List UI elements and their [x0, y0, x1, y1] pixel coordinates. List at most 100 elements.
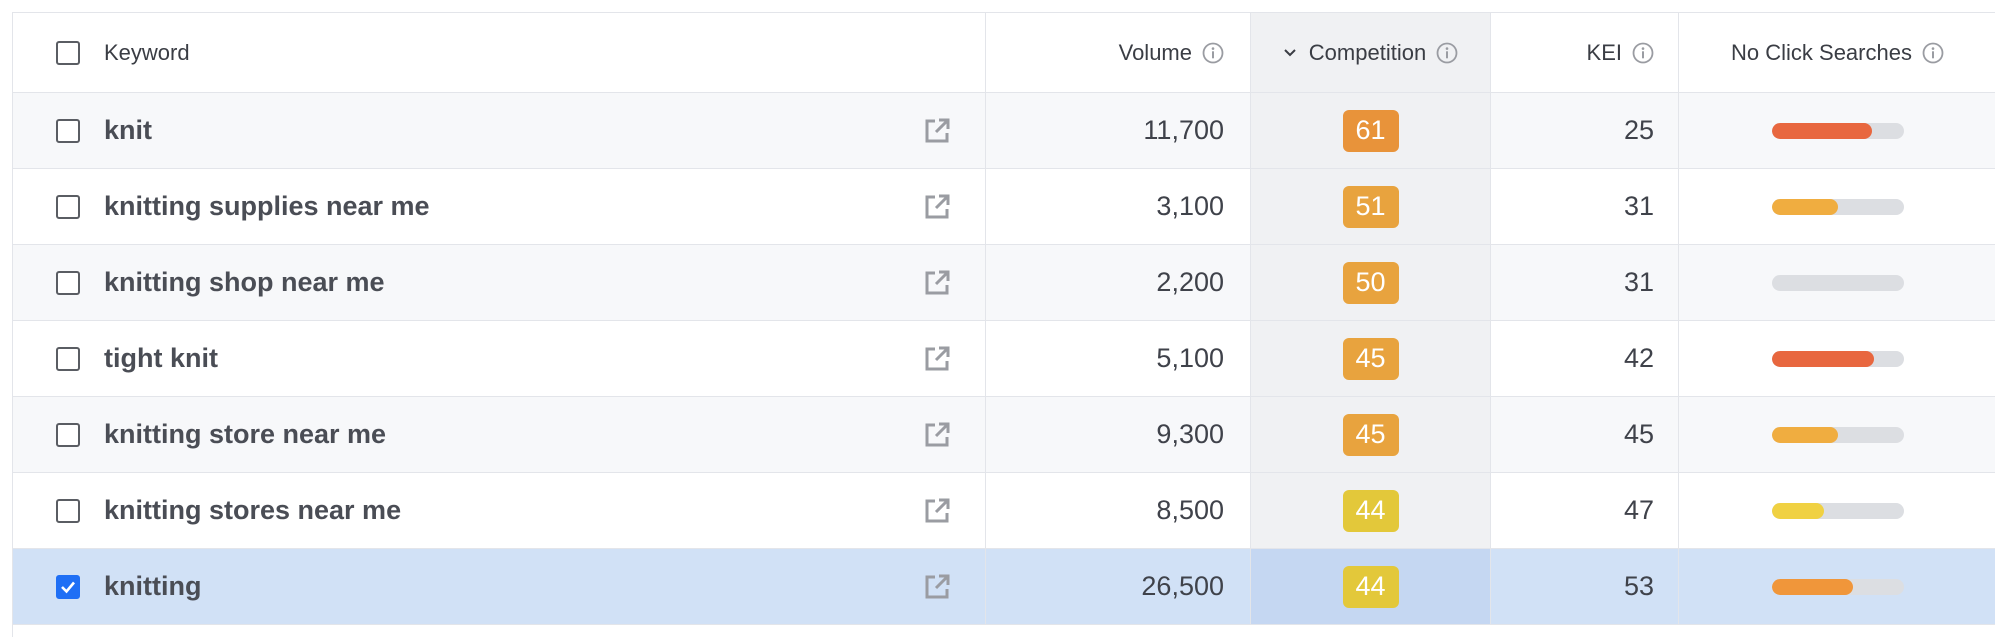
table-row[interactable]: knit 11,700 61 25: [13, 93, 1995, 169]
row-checkbox[interactable]: [56, 118, 80, 143]
header-volume-label[interactable]: Volume: [1119, 40, 1192, 66]
header-no-click-label[interactable]: No Click Searches: [1731, 40, 1912, 66]
kei-value: 25: [1623, 115, 1654, 145]
competition-cell: 61: [1251, 93, 1491, 168]
no-click-bar-fill: [1771, 122, 1872, 139]
header-no-click-cell[interactable]: No Click Searches: [1679, 13, 1995, 92]
header-kei-cell[interactable]: KEI: [1491, 13, 1679, 92]
header-keyword-label[interactable]: Keyword: [104, 40, 190, 66]
row-checkbox[interactable]: [56, 422, 80, 447]
no-click-bar-fill: [1771, 426, 1838, 443]
keyword-link[interactable]: tight knit: [104, 343, 218, 374]
chevron-down-icon: [1284, 48, 1296, 56]
kei-cell: 47: [1491, 473, 1679, 548]
table-row[interactable]: knitting 26,500 44 53: [13, 549, 1995, 625]
volume-cell: 2,200: [986, 245, 1251, 320]
keyword-link[interactable]: knitting: [104, 571, 201, 602]
row-checkbox[interactable]: [56, 194, 80, 219]
kei-cell: 25: [1491, 93, 1679, 168]
header-volume-cell[interactable]: Volume: [986, 13, 1251, 92]
keyword-cell: knit: [13, 93, 986, 168]
competition-badge: 45: [1342, 337, 1399, 380]
volume-cell: 5,100: [986, 321, 1251, 396]
external-link-icon[interactable]: [921, 191, 953, 223]
keyword-cell: knitting store near me: [13, 397, 986, 472]
external-link-icon[interactable]: [921, 343, 953, 375]
kei-cell: 53: [1491, 549, 1679, 624]
no-click-bar: [1771, 122, 1904, 139]
row-checkbox[interactable]: [56, 270, 80, 295]
keyword-table: Keyword Volume Competition KEI No Click …: [12, 12, 1995, 637]
competition-cell: 50: [1251, 245, 1491, 320]
keyword-link[interactable]: knitting store near me: [104, 419, 386, 450]
kei-cell: 31: [1491, 245, 1679, 320]
competition-badge: 44: [1342, 489, 1399, 532]
header-kei-label[interactable]: KEI: [1587, 40, 1622, 66]
competition-badge: 45: [1342, 413, 1399, 456]
no-click-cell: [1679, 245, 1995, 320]
table-row[interactable]: tight knit 5,100 45 42: [13, 321, 1995, 397]
external-link-icon[interactable]: [921, 495, 953, 527]
competition-badge: 51: [1342, 185, 1399, 228]
keyword-link[interactable]: knitting stores near me: [104, 495, 401, 526]
no-click-bar-fill: [1771, 502, 1825, 519]
no-click-bar: [1771, 578, 1904, 595]
no-click-bar: [1771, 502, 1904, 519]
table-row[interactable]: knitting shop near me 2,200 50 31: [13, 245, 1995, 321]
competition-badge: 61: [1342, 109, 1399, 152]
competition-cell: 44: [1251, 473, 1491, 548]
external-link-icon[interactable]: [921, 419, 953, 451]
external-link-icon[interactable]: [921, 571, 953, 603]
volume-cell: 26,500: [986, 549, 1251, 624]
keyword-cell: tight knit: [13, 321, 986, 396]
volume-value: 3,100: [1156, 191, 1224, 221]
no-click-bar-fill: [1771, 198, 1838, 215]
volume-cell: 3,100: [986, 169, 1251, 244]
no-click-bar: [1771, 274, 1904, 291]
header-keyword-cell: Keyword: [13, 13, 986, 92]
volume-cell: 9,300: [986, 397, 1251, 472]
row-checkbox[interactable]: [56, 346, 80, 371]
competition-badge: 44: [1342, 565, 1399, 608]
volume-value: 11,700: [1143, 115, 1224, 145]
table-row[interactable]: knitting supplies near me 3,100 51 31: [13, 169, 1995, 245]
external-link-icon[interactable]: [921, 267, 953, 299]
volume-value: 2,200: [1156, 267, 1224, 297]
row-checkbox[interactable]: [56, 498, 80, 523]
keyword-link[interactable]: knitting shop near me: [104, 267, 385, 298]
info-icon[interactable]: [1202, 42, 1224, 64]
kei-cell: 42: [1491, 321, 1679, 396]
info-icon[interactable]: [1922, 42, 1944, 64]
select-all-checkbox[interactable]: [56, 40, 80, 65]
info-icon[interactable]: [1436, 42, 1458, 64]
keyword-link[interactable]: knit: [104, 115, 152, 146]
keyword-link[interactable]: knitting supplies near me: [104, 191, 430, 222]
keyword-cell: knitting supplies near me: [13, 169, 986, 244]
kei-value: 42: [1623, 343, 1654, 373]
volume-value: 5,100: [1156, 343, 1224, 373]
row-checkbox[interactable]: [56, 574, 80, 599]
no-click-cell: [1679, 549, 1995, 624]
no-click-bar: [1771, 198, 1904, 215]
volume-cell: 11,700: [986, 93, 1251, 168]
no-click-bar-fill: [1771, 578, 1854, 595]
kei-value: 47: [1623, 495, 1654, 525]
volume-value: 26,500: [1141, 571, 1224, 601]
competition-cell: 45: [1251, 397, 1491, 472]
competition-badge: 50: [1342, 261, 1399, 304]
competition-cell: 51: [1251, 169, 1491, 244]
external-link-icon[interactable]: [921, 115, 953, 147]
volume-cell: 8,500: [986, 473, 1251, 548]
info-icon[interactable]: [1632, 42, 1654, 64]
no-click-cell: [1679, 397, 1995, 472]
header-competition-cell[interactable]: Competition: [1251, 13, 1491, 92]
table-row[interactable]: knitting stores near me 8,500 44 47: [13, 473, 1995, 549]
no-click-cell: [1679, 321, 1995, 396]
header-competition-label[interactable]: Competition: [1309, 40, 1426, 66]
kei-value: 53: [1623, 571, 1654, 601]
table-row[interactable]: knitting store near me 9,300 45 45: [13, 397, 1995, 473]
no-click-cell: [1679, 473, 1995, 548]
no-click-bar-fill: [1771, 350, 1875, 367]
kei-cell: 31: [1491, 169, 1679, 244]
kei-value: 31: [1623, 191, 1654, 221]
